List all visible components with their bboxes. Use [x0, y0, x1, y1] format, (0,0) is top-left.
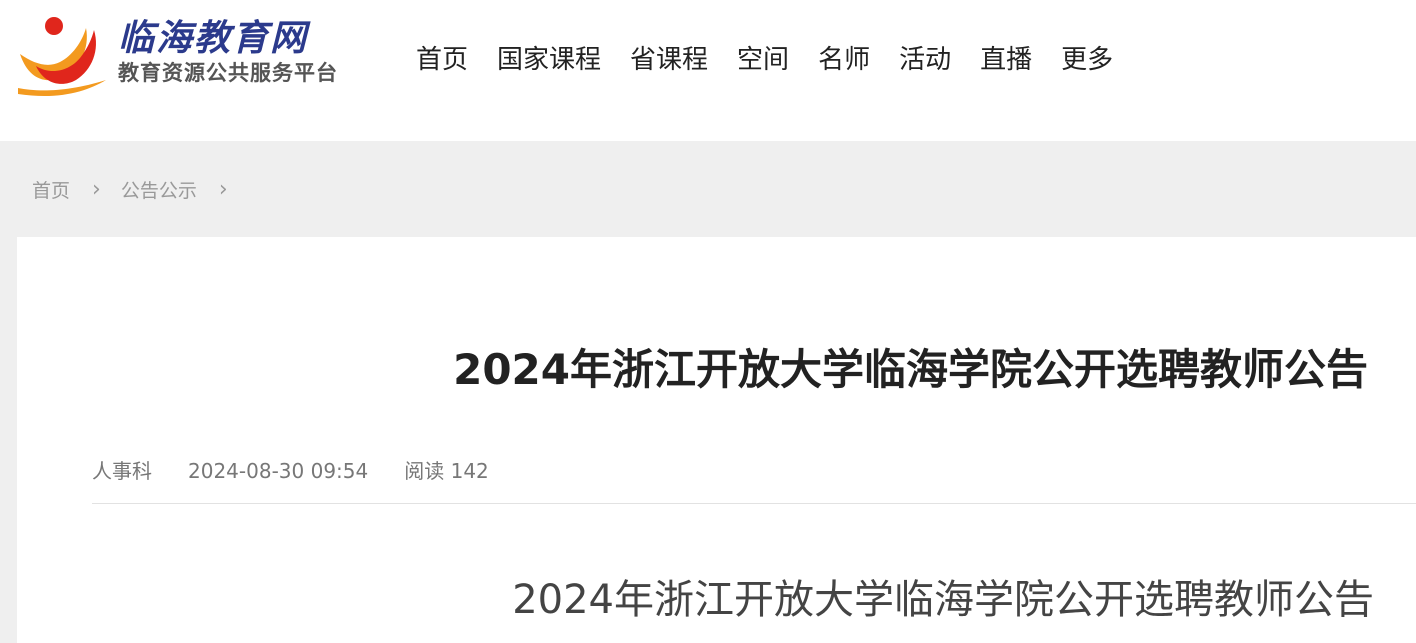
- breadcrumb-home[interactable]: 首页: [32, 176, 70, 203]
- chevron-right-icon: ›: [92, 176, 101, 202]
- nav-item-more[interactable]: 更多: [1061, 42, 1113, 78]
- nav-item-home[interactable]: 首页: [416, 42, 468, 78]
- logo-title: 临海教育网: [118, 17, 309, 59]
- main-nav: 首页 国家课程 省课程 空间 名师 活动 直播 更多: [416, 42, 1142, 78]
- divider: [92, 503, 1416, 504]
- article-panel: 2024年浙江开放大学临海学院公开选聘教师公告 人事科 2024-08-30 0…: [17, 237, 1416, 643]
- article-body-title: 2024年浙江开放大学临海学院公开选聘教师公告: [512, 577, 1374, 623]
- article-title: 2024年浙江开放大学临海学院公开选聘教师公告: [453, 345, 1368, 394]
- logo-icon: [18, 17, 106, 97]
- article-author: 人事科: [92, 459, 152, 483]
- nav-item-national-courses[interactable]: 国家课程: [497, 42, 601, 78]
- site-header: 临海教育网 教育资源公共服务平台 首页 国家课程 省课程 空间 名师 活动 直播…: [0, 0, 1416, 141]
- article-views: 阅读 142: [404, 459, 489, 483]
- site-logo[interactable]: 临海教育网 教育资源公共服务平台: [14, 8, 374, 100]
- logo-subtitle: 教育资源公共服务平台: [118, 61, 338, 85]
- nav-item-provincial-courses[interactable]: 省课程: [630, 42, 708, 78]
- nav-item-live[interactable]: 直播: [980, 42, 1032, 78]
- breadcrumb-announcements[interactable]: 公告公示: [121, 176, 197, 203]
- article-meta: 人事科 2024-08-30 09:54 阅读 142: [92, 457, 525, 485]
- nav-item-activities[interactable]: 活动: [899, 42, 951, 78]
- article-datetime: 2024-08-30 09:54: [188, 459, 369, 483]
- chevron-right-icon: ›: [218, 176, 228, 202]
- nav-item-famous-teachers[interactable]: 名师: [818, 42, 870, 78]
- breadcrumb: 首页 › 公告公示 ›: [32, 176, 248, 203]
- nav-item-space[interactable]: 空间: [737, 42, 789, 78]
